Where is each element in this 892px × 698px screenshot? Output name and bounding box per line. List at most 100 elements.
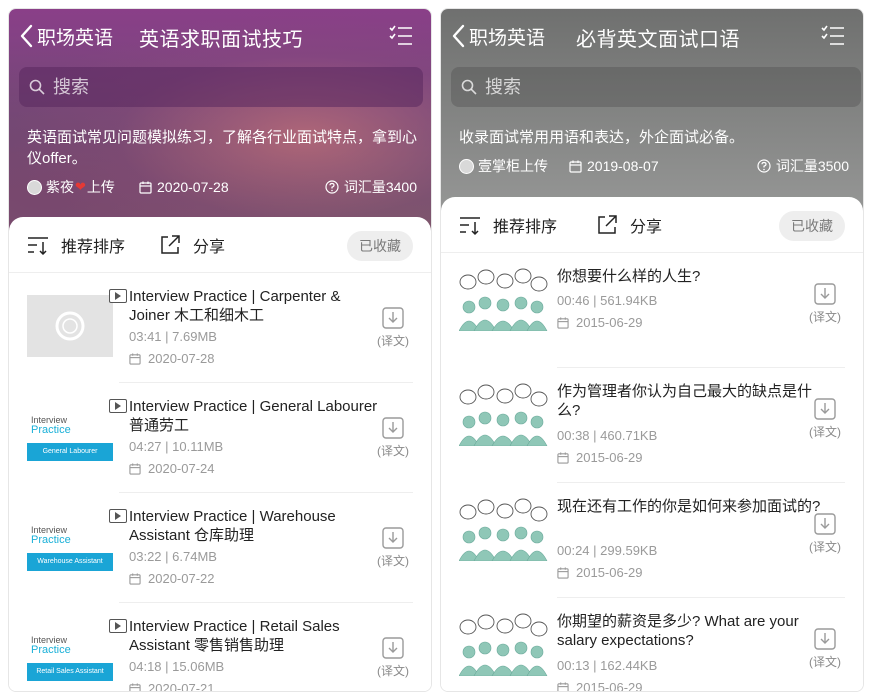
share-label: 分享 [630,219,663,236]
list-item[interactable]: Interview Practice Warehouse Assistant In… [27,493,413,603]
back-button[interactable]: 职场英语 [451,23,545,49]
list-item[interactable]: Interview Practice General Labourer Inter… [27,383,413,493]
calendar-icon [129,572,141,585]
item-title: 你想要什么样的人生? [557,268,701,285]
course-description: 收录面试常用用语和表达，外企面试必备。 [459,129,745,146]
translation-label: (译文) [377,664,409,678]
uploader-name: 紫夜 [46,179,74,195]
list-item[interactable]: 你期望的薪资是多少? What are your salary expectat… [459,598,845,691]
share-icon [598,215,617,234]
item-duration: 00:24 [557,543,590,558]
favorited-button[interactable]: 已收藏 [347,231,413,261]
translation-label: (译文) [377,554,409,568]
translation-label: (译文) [809,540,841,554]
publish-date: 2019-08-07 [569,158,659,174]
item-info: 00:46 | 561.94KB [557,293,658,308]
download-icon [382,637,404,659]
item-date-text: 2020-07-28 [148,351,215,366]
item-size: 561.94KB [600,293,658,308]
list-item[interactable]: 作为管理者你认为自己最大的缺点是什么? 00:38 | 460.71KB 201… [459,368,845,483]
list-item[interactable]: Interview Practice Retail Sales Assistant… [27,603,413,692]
download-button[interactable]: (译文) [373,417,413,461]
favorited-button[interactable]: 已收藏 [779,211,845,241]
sort-icon [460,217,480,236]
search-input[interactable] [53,76,393,98]
uploader[interactable]: 壹掌柜上传 [459,156,548,176]
share-button[interactable]: 分享 [596,213,662,237]
item-date-text: 2020-07-21 [148,681,215,692]
header-background: 职场英语 英语求职面试技巧 英语面试常见问题模拟练习，了解各行业面试特点，拿到心… [9,9,431,241]
sort-button[interactable]: 推荐排序 [459,213,557,237]
download-button[interactable]: (译文) [373,307,413,351]
video-thumbnail: Interview Practice Retail Sales Assistant [27,625,113,687]
item-duration: 04:18 [129,659,162,674]
search-bar[interactable] [451,67,861,107]
item-info: 03:22 | 6.74MB [129,549,217,564]
checklist-icon[interactable] [821,25,845,47]
back-label: 职场英语 [469,27,546,49]
sort-label: 推荐排序 [493,219,558,236]
video-badge-icon [109,619,127,633]
video-badge-icon [109,509,127,523]
back-button[interactable]: 职场英语 [19,23,113,49]
interview-practice-logo: Interview Practice [31,525,71,546]
chevron-left-icon [452,24,465,48]
content-card: 推荐排序 分享 已收藏 你想要什么样的人生? 00:46 | 561.94KB … [441,197,863,691]
calendar-icon [569,160,582,173]
item-date: 2020-07-21 [129,681,215,692]
toolbar: 推荐排序 分享 已收藏 [441,197,863,253]
video-thumbnail: Interview Practice General Labourer [27,405,113,467]
download-button[interactable]: (译文) [805,513,845,557]
download-button[interactable]: (译文) [373,637,413,681]
avatar [27,179,42,195]
sort-label: 推荐排序 [61,239,126,256]
checklist-icon[interactable] [389,25,413,47]
course-description: 英语面试常见问题模拟练习，了解各行业面试特点，拿到心仪offer。 [27,129,418,167]
item-info: 00:13 | 162.44KB [557,658,658,673]
date-text: 2020-07-28 [157,179,229,195]
item-date-text: 2020-07-22 [148,571,215,586]
thumbnail-band: Warehouse Assistant [27,553,113,571]
people-speech-thumbnail-icon [459,613,548,676]
item-duration: 00:38 [557,428,590,443]
item-info: 04:18 | 15.06MB [129,659,225,674]
thumbnail-band: Retail Sales Assistant [27,663,113,681]
item-date: 2020-07-28 [129,351,215,366]
list-item[interactable]: 现在还有工作的你是如何来参加面试的? 00:24 | 299.59KB 2015… [459,483,845,598]
question-circle-icon [325,180,339,194]
heart-icon: ❤ [75,179,86,194]
download-icon [814,398,836,420]
item-date: 2015-06-29 [557,680,643,691]
vocab-count: 词汇量3500 [757,156,849,176]
item-date-text: 2020-07-24 [148,461,215,476]
right-screen: 职场英语 必背英文面试口语 收录面试常用用语和表达，外企面试必备。 壹掌柜上传 [440,8,864,692]
nav-bar: 职场英语 必背英文面试口语 [441,9,863,61]
search-icon [461,79,477,95]
chevron-left-icon [20,24,33,48]
download-button[interactable]: (译文) [373,527,413,571]
calendar-icon [129,462,141,475]
calendar-icon [129,352,141,365]
list-item[interactable]: 你想要什么样的人生? 00:46 | 561.94KB 2015-06-29 (… [459,253,845,368]
calendar-icon [557,566,569,579]
share-button[interactable]: 分享 [159,233,225,257]
download-icon [382,417,404,439]
people-speech-thumbnail-icon [459,268,548,331]
sort-button[interactable]: 推荐排序 [27,233,125,257]
download-button[interactable]: (译文) [805,283,845,327]
sort-icon [28,237,48,256]
item-date-text: 2015-06-29 [576,315,643,330]
publish-date: 2020-07-28 [139,179,229,195]
search-input[interactable] [485,76,825,98]
uploader[interactable]: 紫夜 ❤ 上传 [27,177,115,197]
content-card: 推荐排序 分享 已收藏 Interview Practice | Carpent… [9,217,431,691]
search-bar[interactable] [19,67,423,107]
item-duration: 00:13 [557,658,590,673]
download-icon [814,513,836,535]
download-button[interactable]: (译文) [805,398,845,442]
item-size: 7.69MB [172,329,217,344]
list-item[interactable]: Interview Practice | Carpenter & Joiner … [27,273,413,383]
calendar-icon [557,451,569,464]
download-button[interactable]: (译文) [805,628,845,672]
download-icon [382,307,404,329]
